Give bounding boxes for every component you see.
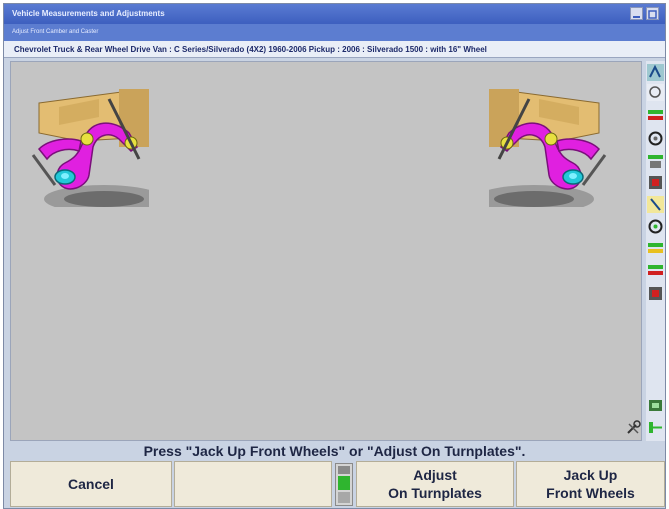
status-message: Press "Jack Up Front Wheels" or "Adjust … — [4, 441, 665, 461]
jack-label-line1: Jack Up — [563, 467, 618, 483]
tire-icon[interactable] — [647, 263, 664, 280]
blank-button[interactable] — [174, 461, 332, 507]
main-panel — [10, 61, 642, 441]
right-control-arm-image — [489, 89, 619, 207]
vehicle-description: Chevrolet Truck & Rear Wheel Drive Van :… — [4, 41, 665, 58]
toolbar-sidebar — [646, 61, 665, 441]
adjust-on-turnplates-button[interactable]: Adjust On Turnplates — [356, 461, 514, 507]
maximize-icon — [648, 10, 657, 19]
jack-up-front-wheels-button[interactable]: Jack Up Front Wheels — [516, 461, 665, 507]
tire-icon[interactable] — [647, 153, 664, 170]
minimize-button[interactable] — [630, 7, 643, 20]
align-icon[interactable] — [647, 64, 664, 81]
connector-icon[interactable] — [647, 419, 664, 436]
measure-icon[interactable] — [647, 108, 664, 125]
measure-icon[interactable] — [647, 241, 664, 258]
title-bar: Vehicle Measurements and Adjustments — [4, 4, 665, 24]
adjust-label-line2: On Turnplates — [388, 485, 482, 501]
wheel-icon[interactable] — [647, 130, 664, 147]
wrench-icon[interactable] — [625, 420, 641, 436]
vehicle-icon[interactable] — [647, 84, 664, 101]
screen-subtitle: Adjust Front Camber and Caster — [4, 24, 665, 41]
adjust-icon[interactable] — [647, 285, 664, 302]
left-control-arm-image — [19, 89, 149, 207]
cancel-label: Cancel — [68, 476, 114, 492]
minimize-icon — [633, 16, 640, 18]
level-gauge — [335, 463, 353, 506]
jack-label-line2: Front Wheels — [546, 485, 635, 501]
maximize-button[interactable] — [646, 7, 659, 20]
adjust-icon[interactable] — [647, 174, 664, 191]
adjust-label-line1: Adjust — [413, 467, 457, 483]
caster-icon[interactable] — [647, 196, 664, 213]
sensor-icon[interactable] — [647, 397, 664, 414]
cancel-button[interactable]: Cancel — [10, 461, 172, 507]
wheel-icon[interactable] — [647, 218, 664, 235]
window-title: Vehicle Measurements and Adjustments — [12, 9, 165, 18]
alignment-window: Vehicle Measurements and Adjustments Adj… — [3, 3, 666, 509]
